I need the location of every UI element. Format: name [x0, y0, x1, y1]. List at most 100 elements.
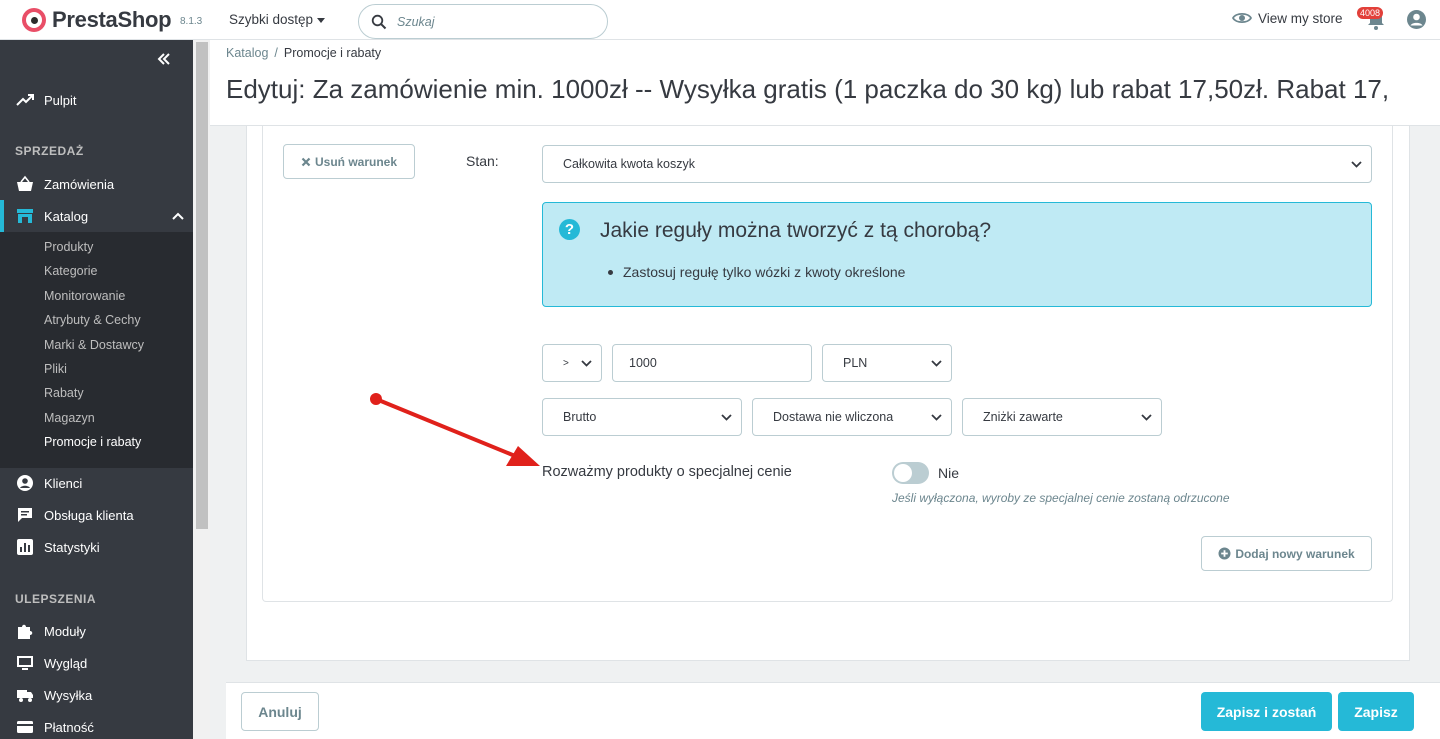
add-condition-button[interactable]: Dodaj nowy warunek — [1201, 536, 1372, 571]
sidebar-scrollbar-thumb[interactable] — [196, 42, 208, 529]
store-icon — [17, 209, 33, 223]
sidebar-subitem-files[interactable]: Pliki — [44, 362, 67, 376]
sidebar-item-payment[interactable]: Płatność — [0, 711, 193, 739]
info-alert: ? Jakie reguły można tworzyć z tą chorob… — [542, 202, 1372, 307]
annotation-arrow — [370, 393, 540, 466]
quick-access-label: Szybki dostęp — [229, 12, 314, 27]
notifications-badge: 4008 — [1357, 7, 1384, 19]
discounts-select[interactable]: Zniżki zawarte — [962, 398, 1162, 436]
version-label: 8.1.3 — [180, 16, 203, 27]
operator-value: > — [563, 357, 569, 369]
sidebar-item-label: Wygląd — [44, 655, 88, 671]
special-price-label: Rozważmy produkty o specjalnej cenie — [542, 464, 792, 480]
breadcrumb-parent-link[interactable]: Katalog — [226, 46, 268, 60]
prestashop-logo-icon[interactable] — [22, 8, 46, 32]
sidebar-subitem-brands[interactable]: Marki & Dostawcy — [44, 338, 144, 352]
amount-input[interactable]: 1000 — [612, 344, 812, 382]
user-account-icon[interactable] — [1406, 9, 1427, 30]
chevron-down-icon — [931, 360, 942, 367]
plus-circle-icon — [1218, 547, 1231, 560]
cancel-button[interactable]: Anuluj — [241, 692, 319, 731]
chevron-down-icon — [1141, 414, 1152, 421]
collapse-sidebar-icon[interactable] — [156, 52, 172, 66]
sidebar-subitem-categories[interactable]: Kategorie — [44, 264, 98, 278]
section-title-improve: ULEPSZENIA — [15, 592, 97, 606]
sidebar-item-orders[interactable]: Zamówienia — [0, 168, 193, 200]
sidebar-item-label: Zamówienia — [44, 176, 115, 192]
sidebar-item-label: Płatność — [44, 719, 94, 735]
sidebar-subitem-cart-rules[interactable]: Promocje i rabaty — [44, 435, 141, 449]
section-title-sales: SPRZEDAŻ — [15, 144, 84, 158]
sidebar-item-label: Pulpit — [44, 92, 77, 108]
sidebar-item-label: Katalog — [44, 208, 89, 224]
eye-icon — [1232, 12, 1252, 24]
remove-condition-label: Usuń warunek — [314, 154, 398, 169]
operator-select[interactable]: > — [542, 344, 602, 382]
currency-select[interactable]: PLN — [822, 344, 952, 382]
trending-up-icon — [16, 94, 34, 106]
view-store-label: View my store — [1258, 11, 1343, 26]
search-box[interactable] — [358, 4, 608, 39]
condition-type-value: Całkowita kwota koszyk — [563, 157, 695, 171]
sidebar-item-label: Obsługa klienta — [44, 507, 134, 523]
info-title: Jakie reguły można tworzyć z tą chorobą? — [600, 219, 992, 242]
monitor-icon — [17, 656, 33, 670]
info-list-item: Zastosuj regułę tylko wózki z kwoty okre… — [607, 264, 906, 280]
close-icon — [301, 157, 311, 166]
chevron-down-icon — [1351, 161, 1362, 168]
shipping-select[interactable]: Dostawa nie wliczona — [752, 398, 952, 436]
view-store-link[interactable]: View my store — [1232, 11, 1343, 26]
chevron-down-icon — [721, 414, 732, 421]
chevron-down-icon — [931, 414, 942, 421]
discounts-value: Zniżki zawarte — [983, 410, 1063, 424]
breadcrumb: Katalog / Promocje i rabaty — [226, 46, 381, 60]
sidebar-subitem-attributes[interactable]: Atrybuty & Cechy — [44, 313, 141, 327]
sidebar-item-customers[interactable]: Klienci — [0, 467, 193, 499]
sidebar-subitem-products[interactable]: Produkty — [44, 240, 93, 254]
cancel-label: Anuluj — [258, 703, 302, 720]
sidebar-item-design[interactable]: Wygląd — [0, 647, 193, 679]
chevron-down-icon — [581, 360, 592, 367]
puzzle-icon — [18, 624, 33, 639]
save-button[interactable]: Zapisz — [1338, 692, 1414, 731]
add-condition-label: Dodaj nowy warunek — [1235, 546, 1355, 561]
special-price-toggle[interactable] — [892, 462, 929, 484]
condition-type-select[interactable]: Całkowita kwota koszyk — [542, 145, 1372, 183]
sidebar: Pulpit SPRZEDAŻ Zamówienia Katalog Produ… — [0, 40, 193, 739]
breadcrumb-current: Promocje i rabaty — [283, 46, 382, 60]
search-input[interactable] — [397, 13, 597, 31]
chevron-up-icon[interactable] — [172, 211, 184, 223]
sidebar-subitem-discounts[interactable]: Rabaty — [44, 386, 84, 400]
state-label: Stan: — [466, 153, 499, 169]
breadcrumb-separator: / — [274, 46, 278, 60]
tax-select[interactable]: Brutto — [542, 398, 742, 436]
sidebar-subitem-monitoring[interactable]: Monitorowanie — [44, 289, 125, 303]
quick-access-dropdown[interactable]: Szybki dostęp — [229, 12, 326, 27]
special-price-help: Jeśli wyłączona, wyroby ze specjalnej ce… — [892, 491, 1230, 505]
sidebar-item-modules[interactable]: Moduły — [0, 615, 193, 647]
top-header: PrestaShop 8.1.3 Szybki dostęp View my s… — [0, 0, 1440, 40]
sidebar-item-customer-service[interactable]: Obsługa klienta — [0, 499, 193, 531]
remove-condition-button[interactable]: Usuń warunek — [283, 144, 415, 179]
account-circle-icon — [17, 475, 33, 491]
page-header: Katalog / Promocje i rabaty Edytuj: Za zam… — [210, 40, 1440, 126]
chat-icon — [18, 508, 32, 522]
save-label: Zapisz — [1354, 703, 1398, 720]
caret-down-icon — [317, 17, 326, 23]
amount-value: 1000 — [629, 356, 657, 370]
sidebar-item-catalog[interactable]: Katalog — [0, 200, 193, 232]
sidebar-item-label: Wysyłka — [44, 687, 93, 703]
sidebar-item-stats[interactable]: Statystyki — [0, 531, 193, 563]
question-circle-icon: ? — [559, 219, 580, 240]
brand-name[interactable]: PrestaShop — [52, 7, 172, 33]
bar-chart-icon — [17, 539, 33, 555]
annotation-arrow-line — [375, 397, 521, 460]
page-title: Edytuj: Za zamówienie min. 1000zł -- Wys… — [226, 74, 1390, 104]
sidebar-item-shipping[interactable]: Wysyłka — [0, 679, 193, 711]
shipping-value: Dostawa nie wliczona — [773, 410, 894, 424]
save-and-stay-button[interactable]: Zapisz i zostań — [1201, 692, 1332, 731]
sidebar-subitem-stock[interactable]: Magazyn — [44, 411, 95, 425]
sidebar-item-label: Statystyki — [44, 539, 100, 555]
tax-value: Brutto — [563, 410, 597, 424]
sidebar-item-dashboard[interactable]: Pulpit — [0, 84, 193, 116]
